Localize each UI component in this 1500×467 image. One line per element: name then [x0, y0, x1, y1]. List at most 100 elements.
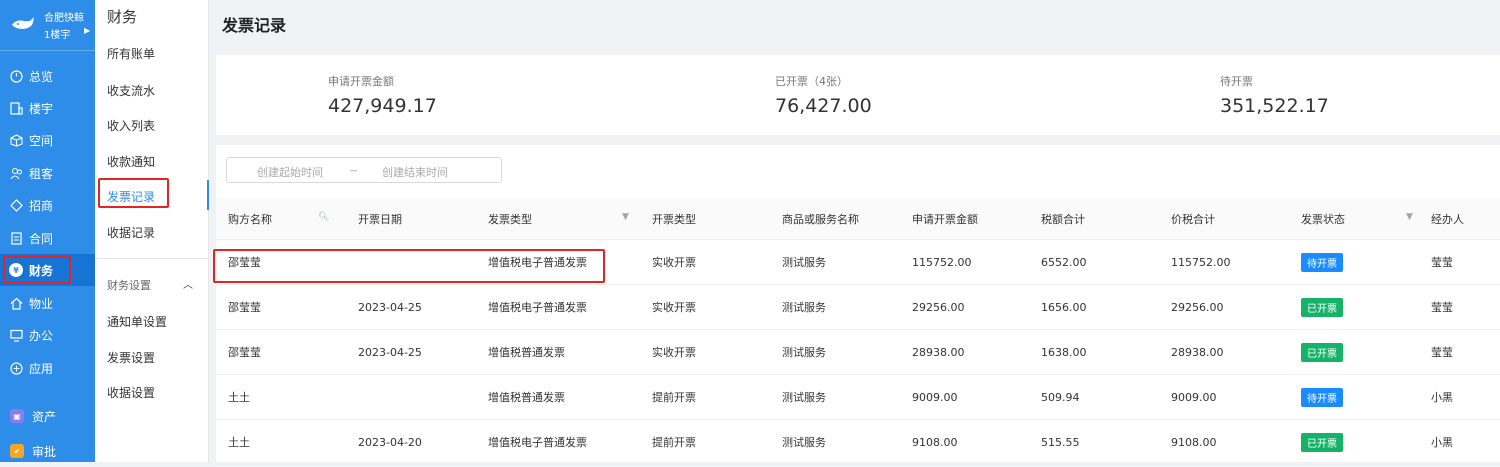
building-name: 1楼宇	[44, 30, 71, 41]
whale-logo-icon	[12, 17, 34, 29]
cell-invoice-type: 增值税普通发票	[488, 391, 565, 404]
cell-issue-type: 提前开票	[652, 436, 696, 449]
cell-invoice-type: 增值税电子普通发票	[488, 301, 587, 314]
cell-buyer: 邵莹莹	[228, 301, 261, 314]
nav-item-tenant[interactable]: 租客	[0, 157, 95, 189]
stat-label-pending: 待开票	[1220, 75, 1253, 88]
cell-service: 测试服务	[782, 436, 826, 449]
cell-service: 测试服务	[782, 301, 826, 314]
cell-amount: 9108.00	[912, 435, 958, 449]
cell-service: 测试服务	[782, 391, 826, 404]
invoice-table-card: 创建起始时间 ~ 创建结束时间 购方名称 🔍︎ 开票日期 发票类型 ▼ 开票类型 商…	[216, 145, 1500, 465]
end-date-input[interactable]: 创建结束时间	[382, 164, 448, 180]
cell-handler: 莹莹	[1431, 301, 1453, 314]
nav-label: 空间	[29, 133, 54, 148]
cell-date	[346, 391, 358, 404]
nav-item-building[interactable]: 楼宇	[0, 92, 95, 124]
column-header-service: 商品或服务名称	[770, 198, 900, 240]
cell-total: 29256.00	[1171, 300, 1224, 314]
cell-tax: 515.55	[1041, 435, 1080, 449]
cell-handler: 莹莹	[1431, 346, 1453, 359]
column-header-tax: 税额合计	[1029, 198, 1159, 240]
column-header-invoice-type: 发票类型 ▼	[476, 198, 640, 240]
nav-item-approval[interactable]: ✔ 审批	[0, 435, 95, 467]
column-header-handler: 经办人	[1419, 198, 1500, 240]
status-badge: 待开票	[1301, 252, 1343, 272]
nav-label: 物业	[29, 296, 54, 311]
cell-handler: 小黑	[1431, 436, 1453, 449]
nav-item-office[interactable]: 办公	[0, 319, 95, 351]
cube-icon	[9, 133, 23, 147]
nav-label: 应用	[29, 361, 54, 376]
stat-value-pending: 351,522.17	[1220, 95, 1329, 117]
invoice-records-highlight-box	[98, 178, 169, 208]
table-row[interactable]: 邵莹莹 2023-04-25 增值税普通发票 实收开票 测试服务 28938.0…	[216, 329, 1500, 375]
cell-invoice-type: 增值税普通发票	[488, 346, 565, 359]
cell-service: 测试服务	[782, 346, 826, 359]
start-date-input[interactable]: 创建起始时间	[257, 164, 323, 180]
cell-invoice-type: 增值税电子普通发票	[488, 436, 587, 449]
submenu-item-receipt-settings[interactable]: 收据设置	[107, 384, 155, 401]
cell-date: 2023-04-20	[358, 435, 422, 449]
cell-total: 9108.00	[1171, 435, 1217, 449]
nav-item-leasing[interactable]: 招商	[0, 189, 95, 221]
nav-label: 资产	[32, 409, 57, 424]
table-row[interactable]: 邵莹莹 2023-04-25 增值税电子普通发票 实收开票 测试服务 29256…	[216, 284, 1500, 330]
finance-submenu: 财务 所有账单 收支流水 收入列表 收款通知 发票记录 收据记录 财务设置 ︿ …	[95, 0, 209, 462]
nav-item-contract[interactable]: 合同	[0, 222, 95, 254]
monitor-icon	[9, 328, 23, 342]
dashboard-icon	[9, 69, 23, 83]
submenu-item-payment-notice[interactable]: 收款通知	[107, 153, 155, 170]
date-range-picker[interactable]: 创建起始时间 ~ 创建结束时间	[226, 157, 502, 183]
cell-buyer: 邵莹莹	[228, 346, 261, 359]
home-icon	[9, 296, 23, 310]
cell-issue-type: 实收开票	[652, 301, 696, 314]
cell-total: 9009.00	[1171, 390, 1217, 404]
brand-switcher[interactable]: 合肥快鲸 1楼宇 ▶	[0, 0, 95, 51]
nav-item-assets[interactable]: ▣ 资产	[0, 400, 95, 432]
table-row[interactable]: 土土 增值税普通发票 提前开票 测试服务 9009.00 509.94 9009…	[216, 374, 1500, 420]
cell-service: 测试服务	[782, 256, 826, 269]
contract-icon	[9, 231, 23, 245]
nav-label: 招商	[29, 198, 54, 213]
cell-issue-type: 实收开票	[652, 256, 696, 269]
submenu-divider	[95, 258, 208, 259]
submenu-item-all-bills[interactable]: 所有账单	[107, 45, 155, 62]
building-icon	[9, 101, 23, 115]
cell-handler: 莹莹	[1431, 256, 1453, 269]
cell-tax: 6552.00	[1041, 255, 1087, 269]
submenu-item-cashflow[interactable]: 收支流水	[107, 82, 155, 99]
invoice-table: 购方名称 🔍︎ 开票日期 发票类型 ▼ 开票类型 商品或服务名称 申请开票金额 税额…	[216, 198, 1500, 465]
submenu-item-notice-settings[interactable]: 通知单设置	[107, 313, 167, 330]
cell-amount: 115752.00	[912, 255, 972, 269]
active-indicator	[207, 180, 209, 210]
cell-tax: 1638.00	[1041, 345, 1087, 359]
cell-amount: 29256.00	[912, 300, 965, 314]
main-nav: 合肥快鲸 1楼宇 ▶ 总览 楼宇 空间 租客 招商 合同 ¥ 财务 物业 办公	[0, 0, 95, 462]
cell-total: 28938.00	[1171, 345, 1224, 359]
filter-icon[interactable]: ▼	[1406, 212, 1413, 222]
stat-label-issued: 已开票（4张）	[775, 75, 848, 88]
nav-item-space[interactable]: 空间	[0, 124, 95, 156]
table-row[interactable]: 土土 2023-04-20 增值税电子普通发票 提前开票 测试服务 9108.0…	[216, 419, 1500, 465]
apps-icon	[9, 361, 23, 375]
search-icon[interactable]: 🔍︎	[318, 212, 329, 222]
nav-item-overview[interactable]: 总览	[0, 60, 95, 92]
status-badge: 已开票	[1301, 297, 1343, 317]
submenu-item-invoice-settings[interactable]: 发票设置	[107, 349, 155, 366]
date-range-separator: ~	[349, 164, 359, 177]
cell-handler: 小黑	[1431, 391, 1453, 404]
stats-card: 申请开票金额 427,949.17 已开票（4张） 76,427.00 待开票 …	[216, 55, 1500, 135]
column-header-date: 开票日期	[346, 198, 476, 240]
submenu-group-finance-settings[interactable]: 财务设置	[107, 277, 151, 293]
status-badge: 已开票	[1301, 432, 1343, 452]
page-title: 发票记录	[222, 16, 287, 35]
column-header-amount: 申请开票金额	[900, 198, 1029, 240]
submenu-item-receipt-records[interactable]: 收据记录	[107, 224, 155, 241]
chevron-up-icon[interactable]: ︿	[183, 276, 193, 291]
nav-label: 办公	[29, 328, 54, 343]
filter-icon[interactable]: ▼	[622, 212, 629, 222]
nav-item-property[interactable]: 物业	[0, 287, 95, 319]
nav-item-apps[interactable]: 应用	[0, 352, 95, 384]
submenu-item-income[interactable]: 收入列表	[107, 117, 155, 134]
